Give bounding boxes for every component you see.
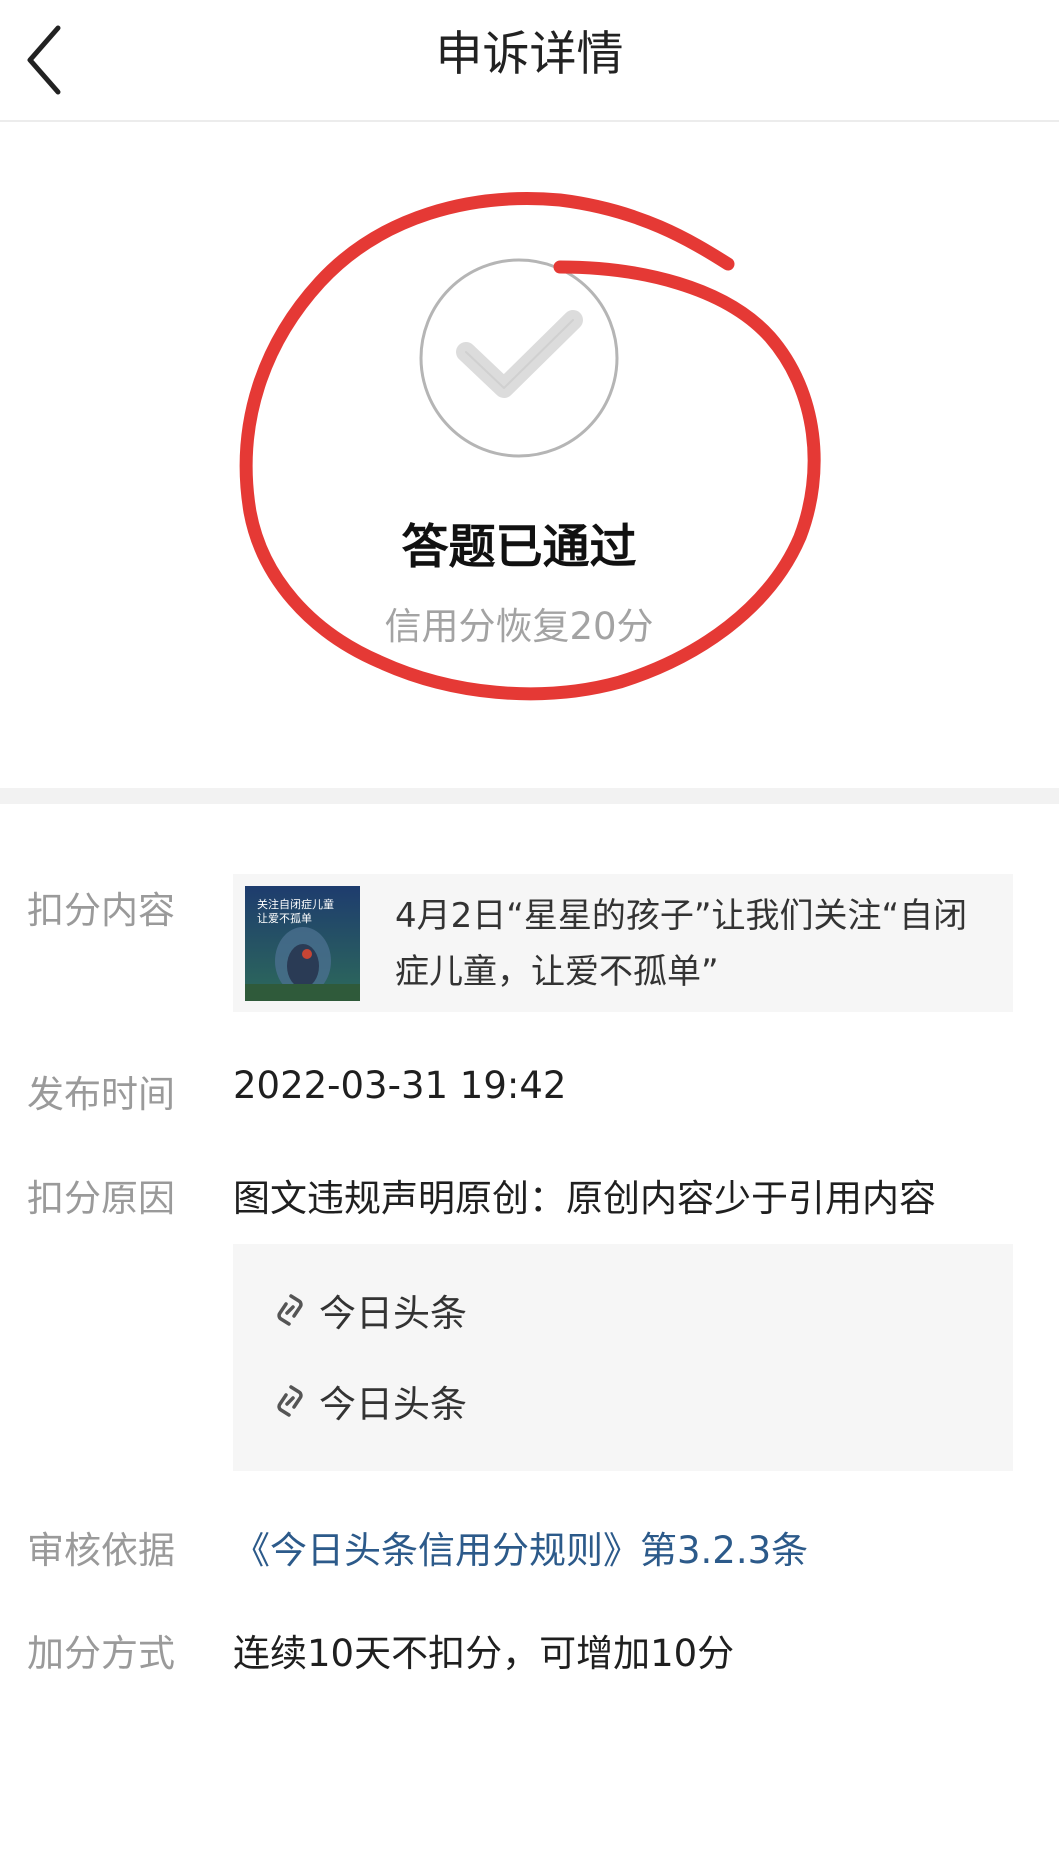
link-icon (277, 1294, 303, 1326)
rule-link[interactable]: 《今日头条信用分规则》第3.2.3条 (233, 1520, 808, 1574)
link-item[interactable]: 今日头条 (273, 1285, 467, 1335)
publish-time-label: 发布时间 (27, 1073, 175, 1116)
basis-label: 审核依据 (27, 1529, 175, 1572)
status-title: 答题已通过 (401, 520, 637, 575)
status-graphic (239, 192, 821, 701)
content-card[interactable]: 关注自闭症儿童 让爱不孤单 4月2日“星星的孩子”让我们关注“自闭症儿童，让爱不… (233, 874, 1013, 1012)
bonus-label: 加分方式 (27, 1632, 175, 1675)
top-bar: 申诉详情 (0, 0, 1059, 122)
status-subtitle: 信用分恢复20分 (384, 605, 654, 648)
section-divider (0, 788, 1059, 804)
bonus-value: 连续10天不扣分，可增加10分 (233, 1632, 735, 1675)
reason-links: 今日头条 今日头条 (233, 1244, 1013, 1471)
publish-time-value: 2022-03-31 19:42 (233, 1064, 567, 1107)
link-text: 今日头条 (319, 1383, 467, 1426)
check-circle-icon (419, 258, 619, 458)
content-text: 4月2日“星星的孩子”让我们关注“自闭症儿童，让爱不孤单” (395, 896, 968, 992)
link-text: 今日头条 (319, 1292, 467, 1335)
link-icon (277, 1385, 303, 1417)
page-title: 申诉详情 (435, 27, 624, 82)
thumbnail-text-2: 让爱不孤单 (257, 912, 312, 925)
reason-value: 图文违规声明原创：原创内容少于引用内容 (233, 1177, 936, 1220)
thumbnail-text-1: 关注自闭症儿童 (257, 897, 334, 911)
reason-label: 扣分原因 (27, 1177, 175, 1220)
link-item[interactable]: 今日头条 (273, 1376, 467, 1426)
content-thumbnail: 关注自闭症儿童 让爱不孤单 (245, 886, 360, 1001)
appeal-status-panel: 答题已通过 信用分恢复20分 (0, 122, 1059, 788)
content-label: 扣分内容 (27, 889, 175, 932)
